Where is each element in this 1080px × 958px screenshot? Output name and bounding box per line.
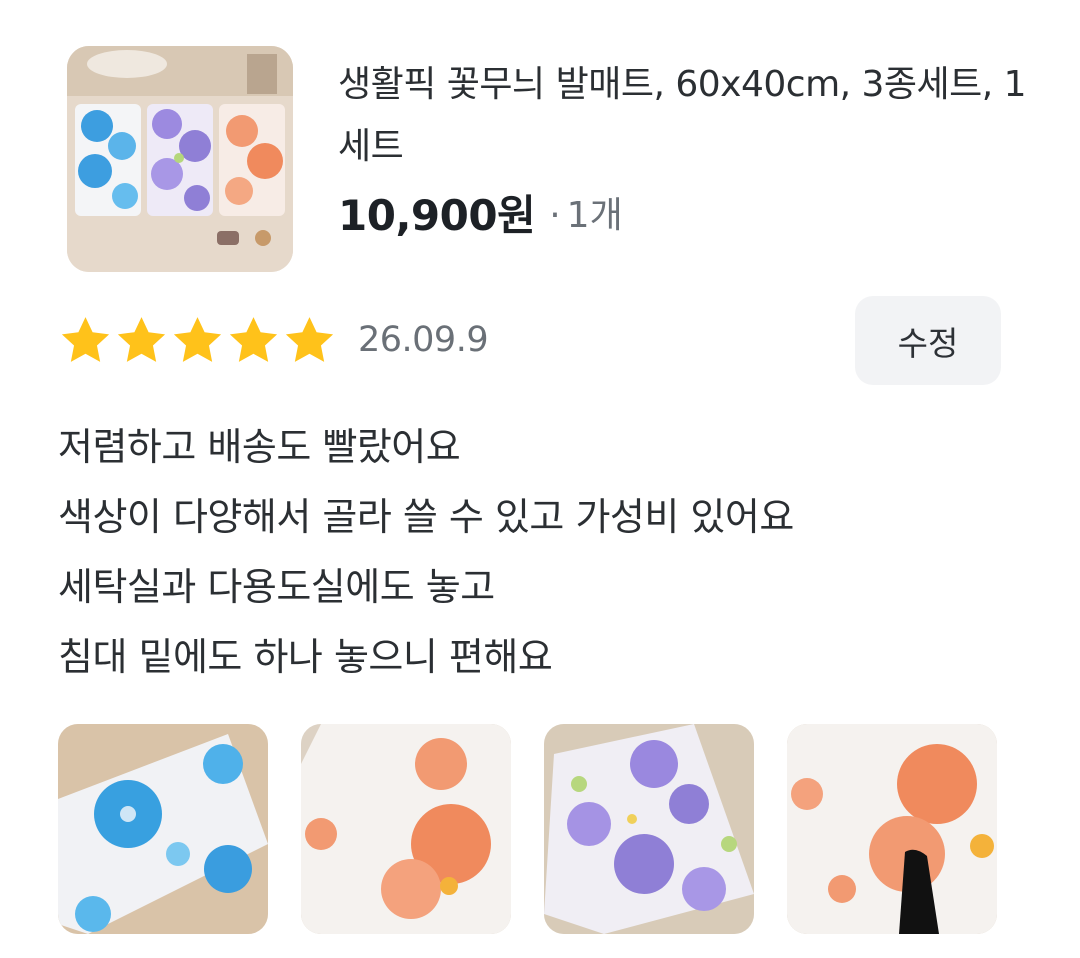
- price-row: 10,900원 · 1개: [338, 182, 623, 242]
- star-icon: [117, 316, 166, 362]
- review-line: 침대 밑에도 하나 놓으니 편해요: [58, 635, 553, 679]
- rating-row: 26.09.9: [58, 310, 489, 370]
- star-icon: [61, 316, 110, 362]
- review-line: 저렴하고 배송도 빨랐어요: [58, 425, 461, 469]
- review-photos: [58, 724, 997, 934]
- review-photo-1[interactable]: [58, 724, 268, 934]
- star-icon: [285, 316, 334, 362]
- star-rating: [58, 313, 338, 368]
- orange-flower-mat-closeup-photo: [787, 724, 997, 934]
- purple-flower-mat-photo: [544, 724, 754, 934]
- review-text: 저렴하고 배송도 빨랐어요 색상이 다양해서 골라 쓸 수 있고 가성비 있어요…: [58, 412, 1038, 692]
- review-photo-2[interactable]: [301, 724, 511, 934]
- blue-flower-mat-photo: [58, 724, 268, 934]
- review-line: 세탁실과 다용도실에도 놓고: [58, 565, 495, 609]
- edit-button[interactable]: 수정: [855, 296, 1001, 385]
- review-photo-4[interactable]: [787, 724, 997, 934]
- quantity-value: 1개: [566, 195, 623, 236]
- product-price: 10,900원: [338, 190, 536, 240]
- product-thumbnail[interactable]: [67, 46, 293, 272]
- review-photo-3[interactable]: [544, 724, 754, 934]
- product-photo: [67, 46, 293, 272]
- quantity-separator: ·: [549, 195, 561, 236]
- product-quantity: · 1개: [549, 186, 622, 238]
- review-line: 색상이 다양해서 골라 쓸 수 있고 가성비 있어요: [58, 495, 794, 539]
- star-icon: [173, 316, 222, 362]
- orange-flower-mat-photo: [301, 724, 511, 934]
- review-date: 26.09.9: [358, 320, 489, 360]
- star-icon: [229, 316, 278, 362]
- product-name[interactable]: 생활픽 꽃무늬 발매트, 60x40cm, 3종세트, 1세트: [338, 54, 1028, 178]
